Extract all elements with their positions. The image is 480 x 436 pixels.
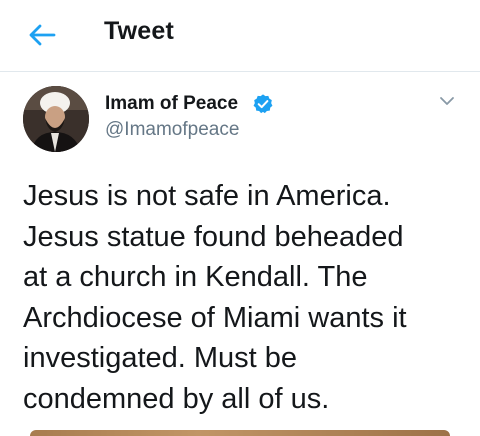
page-title: Tweet bbox=[104, 17, 174, 45]
author-name[interactable]: Imam of Peace bbox=[105, 93, 238, 115]
verified-badge-icon bbox=[253, 94, 273, 114]
tweet-text: Jesus is not safe in America. Jesus stat… bbox=[23, 180, 407, 415]
tweet-header: Tweet bbox=[0, 0, 480, 72]
author-handle[interactable]: @Imamofpeace bbox=[105, 119, 239, 141]
tweet-media[interactable] bbox=[30, 430, 450, 436]
back-button[interactable] bbox=[26, 22, 58, 48]
avatar[interactable] bbox=[23, 86, 89, 152]
chevron-down-icon[interactable] bbox=[437, 93, 457, 109]
arrow-left-icon bbox=[29, 24, 56, 46]
avatar-image bbox=[23, 86, 89, 152]
